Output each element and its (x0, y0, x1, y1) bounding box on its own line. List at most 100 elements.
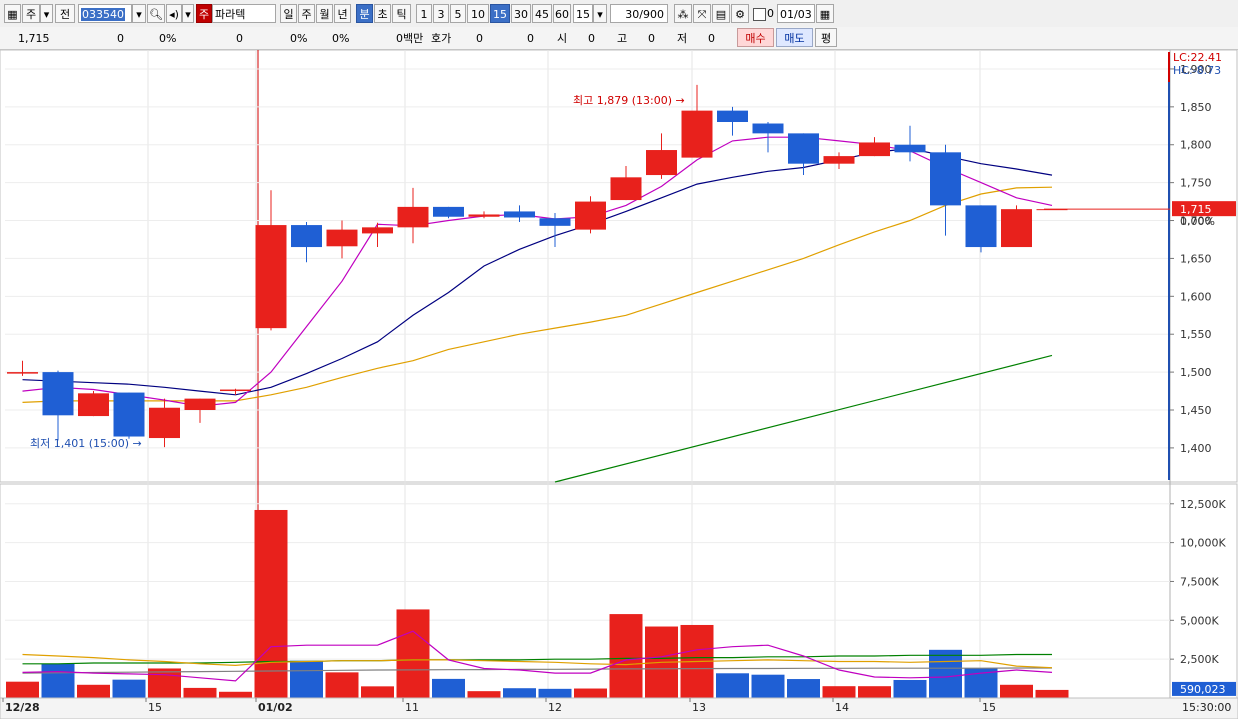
type-select[interactable]: 주 (22, 4, 40, 23)
candle-body (291, 225, 322, 248)
prev-button[interactable]: 전 (55, 4, 75, 23)
lc-label: LC:22.41 (1173, 51, 1222, 64)
current-price-tag (1172, 201, 1236, 217)
chart-canvas: 1,900 1,850 1,800 1,750 1,700 1,650 1,600 1,550… (0, 49, 1238, 719)
interval-5[interactable]: 5 (450, 4, 466, 23)
indicator-icon[interactable]: ⁂ (674, 4, 692, 23)
volume-current-tag-label: 590,023 (1180, 683, 1226, 696)
period-minute[interactable]: 분 (356, 4, 373, 23)
period-year[interactable]: 년 (334, 4, 351, 23)
price-tick-label: 1,900 (1180, 63, 1212, 76)
quote-bar: 1,715 0 0% 0 0% 0% 0백만 호가 0 0 시 0 고 0 저 … (0, 27, 1238, 50)
candle-body (965, 205, 997, 248)
candle-body (610, 177, 642, 201)
price-change: 0 (117, 32, 124, 45)
date-checkbox[interactable] (753, 8, 766, 21)
price-ma-20[interactable]: 20 (138, 52, 152, 65)
x-tick-label: 12/28 (5, 701, 40, 714)
volume-bar (645, 626, 678, 698)
volume-bar (254, 509, 288, 698)
speaker-dropdown-icon[interactable]: ▾ (182, 4, 194, 23)
speaker-icon[interactable]: ◂) (166, 4, 182, 23)
interval-3[interactable]: 3 (433, 4, 449, 23)
volume-bar (964, 668, 998, 698)
code-input[interactable]: 033540 (78, 4, 132, 23)
interval-combo[interactable]: 15 (573, 4, 593, 23)
price-ma-10[interactable]: 10 (121, 52, 135, 65)
price-ma-60[interactable]: 60 (156, 52, 170, 65)
gear-icon[interactable]: ⚙ (731, 4, 749, 23)
price-tick-label: 1,500 (1180, 366, 1212, 379)
candle-body (575, 201, 606, 230)
chevron-down-icon[interactable]: ▾ (40, 4, 53, 23)
volume-bar (396, 609, 430, 698)
x-tick-label: 11 (405, 701, 419, 714)
open-label: 시 (557, 32, 568, 45)
period-day[interactable]: 일 (280, 4, 297, 23)
candle-body (1036, 209, 1068, 211)
candle-body (752, 123, 784, 134)
interval-1[interactable]: 1 (416, 4, 432, 23)
volume-ma-120[interactable]: 120 (117, 486, 138, 499)
interval-60[interactable]: 60 (553, 4, 571, 23)
average-button[interactable]: 평 (815, 28, 837, 47)
volume-bar (290, 660, 323, 698)
candle-body (788, 133, 819, 164)
volume-ma-type[interactable]: 거래량 단순 (14, 486, 68, 499)
grid-icon[interactable]: ▦ (9, 69, 22, 82)
low-label: 저 (677, 32, 688, 45)
interval-10[interactable]: 10 (467, 4, 489, 23)
code-dropdown-icon[interactable]: ▾ (132, 4, 146, 23)
period-week[interactable]: 주 (298, 4, 315, 23)
volume-value: 0 (236, 32, 243, 45)
count-field[interactable]: 30/900 (610, 4, 668, 23)
price-tick-label: 1,650 (1180, 252, 1212, 265)
candle-body (255, 225, 287, 329)
ma5-line (22, 136, 1053, 407)
sell-button[interactable]: 매도 (776, 28, 813, 47)
vol-ma60-line (22, 653, 1052, 665)
volume-ma-5[interactable]: 5 (72, 486, 79, 499)
price-tick-label: 1,700 (1180, 215, 1212, 228)
quote-label: 호가 (431, 32, 452, 45)
interval-15[interactable]: 15 (490, 4, 510, 23)
tools-icon[interactable]: ⤧ (693, 4, 711, 23)
price-ma-type[interactable]: 종가 단순 (63, 52, 107, 65)
interval-45[interactable]: 45 (532, 4, 552, 23)
candle-body (468, 214, 500, 217)
current-price: 1,715 (18, 32, 50, 45)
price-name-tag[interactable]: 파라텍 (13, 51, 51, 66)
volume-ma-20[interactable]: 20 (82, 486, 96, 499)
calendar-icon[interactable]: ▦ (816, 4, 834, 23)
candle-body (539, 218, 571, 226)
save-icon[interactable]: ▤ (712, 4, 730, 23)
period-tick[interactable]: 틱 (392, 4, 411, 23)
interval-dropdown-icon[interactable]: ▾ (593, 4, 607, 23)
volume-bar (1000, 684, 1033, 698)
price-ma-120[interactable]: 120 (173, 52, 194, 65)
price-tick-label: 1,550 (1180, 328, 1212, 341)
x-time-label: 15:30:00 (1182, 701, 1231, 714)
price-ma-5[interactable]: 5 (110, 52, 117, 65)
panel-close-icon[interactable]: ▪ (1225, 487, 1236, 498)
price-tick-label: 1,850 (1180, 101, 1212, 114)
interval-30[interactable]: 30 (511, 4, 531, 23)
price-tick-label: 1,450 (1180, 404, 1212, 417)
vol-ma20-line (22, 653, 1053, 669)
period-second[interactable]: 초 (374, 4, 391, 23)
stock-name-field[interactable]: 파라텍 (212, 4, 276, 23)
volume-bar (858, 686, 891, 698)
vol-ma120-line (22, 667, 1052, 674)
search-icon[interactable]: 🔍︎ (147, 4, 165, 23)
candle-body (42, 372, 74, 416)
candle-body (397, 206, 429, 228)
buy-button[interactable]: 매수 (737, 28, 774, 47)
menu-icon[interactable]: ▦ (4, 4, 21, 23)
volume-tick-label: 10,000K (1180, 537, 1226, 550)
volume-bar (6, 681, 39, 698)
quote-value-2: 0 (527, 32, 534, 45)
x-axis-band (0, 697, 1238, 719)
date-field[interactable]: 01/03 (777, 4, 815, 23)
volume-ma-60[interactable]: 60 (100, 486, 114, 499)
period-month[interactable]: 월 (316, 4, 333, 23)
